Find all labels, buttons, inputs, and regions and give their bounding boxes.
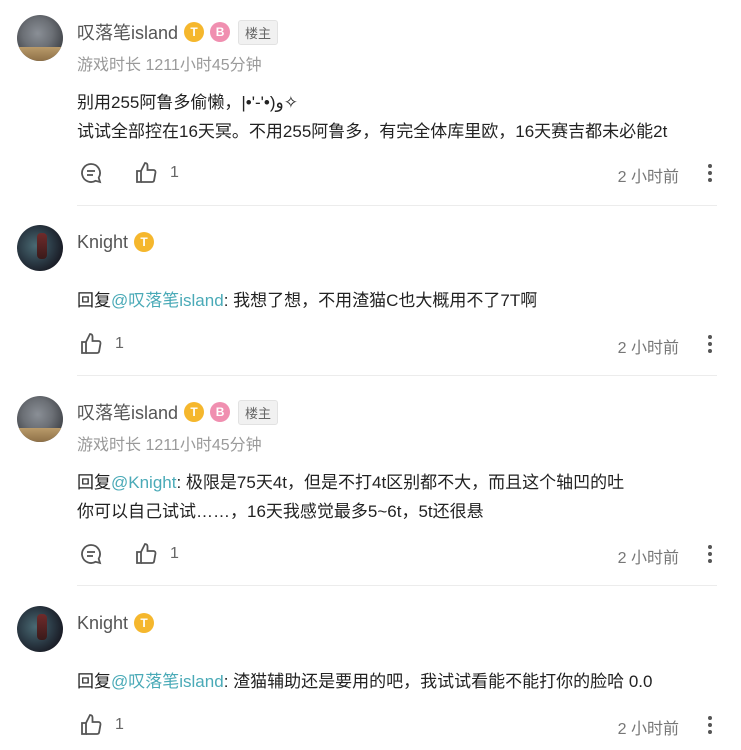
playtime: 游戏时长 1211小时45分钟 bbox=[77, 437, 262, 454]
comment-line: 你可以自己试试……，16天我感觉最多5~6t，5t还很悬 bbox=[77, 502, 484, 521]
more-vertical-icon bbox=[708, 545, 712, 563]
divider bbox=[77, 585, 717, 586]
reply-prefix: 回复 bbox=[77, 291, 111, 310]
like-count: 1 bbox=[115, 335, 124, 352]
author-name[interactable]: 叹落笔island bbox=[77, 19, 178, 45]
timestamp: 2 小时前 bbox=[617, 550, 679, 567]
reply-icon bbox=[81, 163, 102, 184]
comment-text: 回复@叹落笔island: 我想了想，不用渣猫C也大概用不了7T啊 bbox=[77, 286, 537, 315]
level-badge-icon: T bbox=[184, 22, 205, 42]
mention-link[interactable]: @叹落笔island bbox=[111, 672, 224, 691]
thumbs-up-icon bbox=[81, 714, 102, 735]
more-vertical-icon bbox=[708, 164, 712, 182]
level-badge-icon: T bbox=[134, 613, 155, 633]
bilibili-badge-icon: B bbox=[210, 402, 231, 422]
mention-link[interactable]: @叹落笔island bbox=[111, 291, 224, 310]
op-tag: 楼主 bbox=[238, 19, 279, 45]
mention-link[interactable]: @Knight bbox=[111, 473, 176, 492]
avatar[interactable] bbox=[17, 15, 63, 61]
author-row: Knight T bbox=[77, 610, 155, 636]
bilibili-badge-icon: B bbox=[210, 22, 231, 42]
comment-line: 别用255阿鲁多偷懒，|•'-'•)و✧ bbox=[77, 93, 298, 112]
timestamp: 2 小时前 bbox=[617, 169, 679, 186]
reply-icon bbox=[81, 544, 102, 565]
timestamp: 2 小时前 bbox=[617, 721, 679, 738]
author-name[interactable]: 叹落笔island bbox=[77, 399, 178, 425]
author-name[interactable]: Knight bbox=[77, 232, 128, 253]
like-button[interactable]: 1 bbox=[134, 160, 179, 186]
comment-text: 回复@Knight: 极限是75天4t，但是不打4t区别都不大，而且这个轴凹的吐… bbox=[77, 468, 624, 526]
level-badge-icon: T bbox=[134, 232, 155, 252]
more-menu-button[interactable] bbox=[703, 160, 717, 186]
like-button[interactable]: 1 bbox=[79, 331, 124, 357]
avatar[interactable] bbox=[17, 396, 63, 442]
more-menu-button[interactable] bbox=[703, 331, 717, 357]
timestamp: 2 小时前 bbox=[617, 340, 679, 357]
author-row: 叹落笔island T B 楼主 bbox=[77, 19, 279, 45]
like-count: 1 bbox=[170, 164, 179, 181]
op-tag: 楼主 bbox=[238, 399, 279, 425]
author-name[interactable]: Knight bbox=[77, 613, 128, 634]
level-badge-icon: T bbox=[184, 402, 205, 422]
reply-button[interactable] bbox=[79, 160, 103, 186]
comment-line: 回复@Knight: 极限是75天4t，但是不打4t区别都不大，而且这个轴凹的吐 bbox=[77, 468, 624, 497]
reply-prefix: 回复 bbox=[77, 473, 111, 492]
thumbs-up-icon bbox=[136, 162, 157, 183]
thumbs-up-icon bbox=[81, 333, 102, 354]
more-vertical-icon bbox=[708, 716, 712, 734]
avatar[interactable] bbox=[17, 225, 63, 271]
reply-text: : 极限是75天4t，但是不打4t区别都不大，而且这个轴凹的吐 bbox=[176, 473, 625, 492]
avatar[interactable] bbox=[17, 606, 63, 652]
divider bbox=[77, 375, 717, 376]
comment-actions: 1 2 小时前 bbox=[77, 541, 717, 567]
more-menu-button[interactable] bbox=[703, 541, 717, 567]
like-count: 1 bbox=[115, 716, 124, 733]
comment-actions: 1 2 小时前 bbox=[77, 712, 717, 738]
comment-actions: 1 2 小时前 bbox=[77, 331, 717, 357]
like-count: 1 bbox=[170, 545, 179, 562]
like-button[interactable]: 1 bbox=[134, 541, 179, 567]
reply-text: : 我想了想，不用渣猫C也大概用不了7T啊 bbox=[223, 291, 538, 310]
comment-actions: 1 2 小时前 bbox=[77, 160, 717, 186]
author-row: 叹落笔island T B 楼主 bbox=[77, 399, 279, 425]
author-row: Knight T bbox=[77, 229, 155, 255]
reply-prefix: 回复 bbox=[77, 672, 111, 691]
reply-button[interactable] bbox=[79, 541, 103, 567]
comment-text: 回复@叹落笔island: 渣猫辅助还是要用的吧，我试试看能不能打你的脸哈 0.… bbox=[77, 667, 653, 696]
like-button[interactable]: 1 bbox=[79, 712, 124, 738]
more-menu-button[interactable] bbox=[703, 712, 717, 738]
playtime: 游戏时长 1211小时45分钟 bbox=[77, 57, 262, 74]
comment-line: 试试全部控在16天冥。不用255阿鲁多，有完全体库里欧，16天赛吉都未必能2t bbox=[77, 122, 668, 141]
divider bbox=[77, 205, 717, 206]
more-vertical-icon bbox=[708, 335, 712, 353]
thumbs-up-icon bbox=[136, 543, 157, 564]
comment-text: 别用255阿鲁多偷懒，|•'-'•)و✧ 试试全部控在16天冥。不用255阿鲁多… bbox=[77, 88, 667, 146]
reply-text: : 渣猫辅助还是要用的吧，我试试看能不能打你的脸哈 0.0 bbox=[223, 672, 653, 691]
